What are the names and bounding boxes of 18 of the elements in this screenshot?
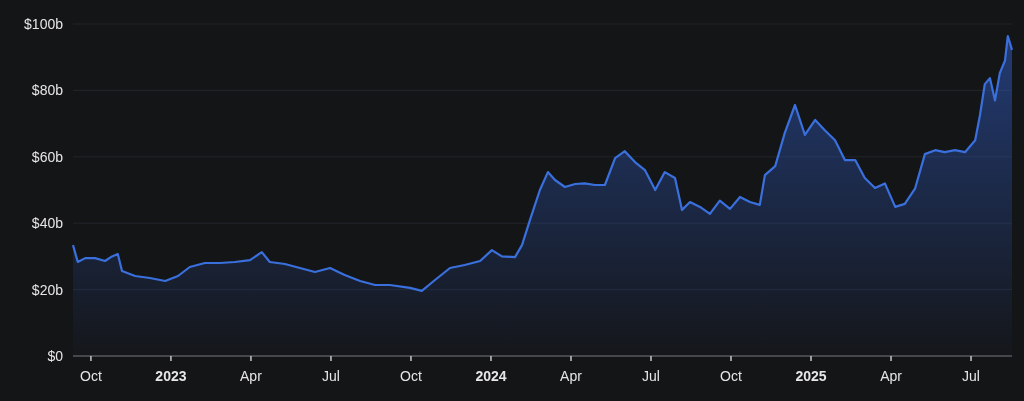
x-axis-label: 2024: [475, 368, 507, 384]
x-axis-label: Apr: [240, 368, 262, 384]
y-axis-label: $100b: [24, 16, 63, 32]
y-axis-label: $40b: [31, 215, 63, 232]
y-axis-label: $80b: [31, 82, 63, 99]
x-axis-label: Jul: [322, 368, 340, 384]
x-axis-label: 2025: [795, 368, 827, 384]
x-axis-label: Apr: [560, 368, 582, 384]
x-axis-label: 2023: [155, 368, 187, 384]
x-axis-label: Jul: [642, 368, 660, 384]
y-axis-label: $20b: [31, 281, 63, 298]
x-axis-label: Oct: [80, 368, 102, 384]
x-axis-label: Jul: [962, 368, 980, 384]
x-axis-label: Oct: [400, 368, 422, 384]
y-axis-label: $0: [47, 348, 63, 364]
x-axis-label: Oct: [720, 368, 742, 384]
y-axis-label: $60b: [31, 148, 63, 165]
x-axis-label: Apr: [880, 368, 902, 384]
